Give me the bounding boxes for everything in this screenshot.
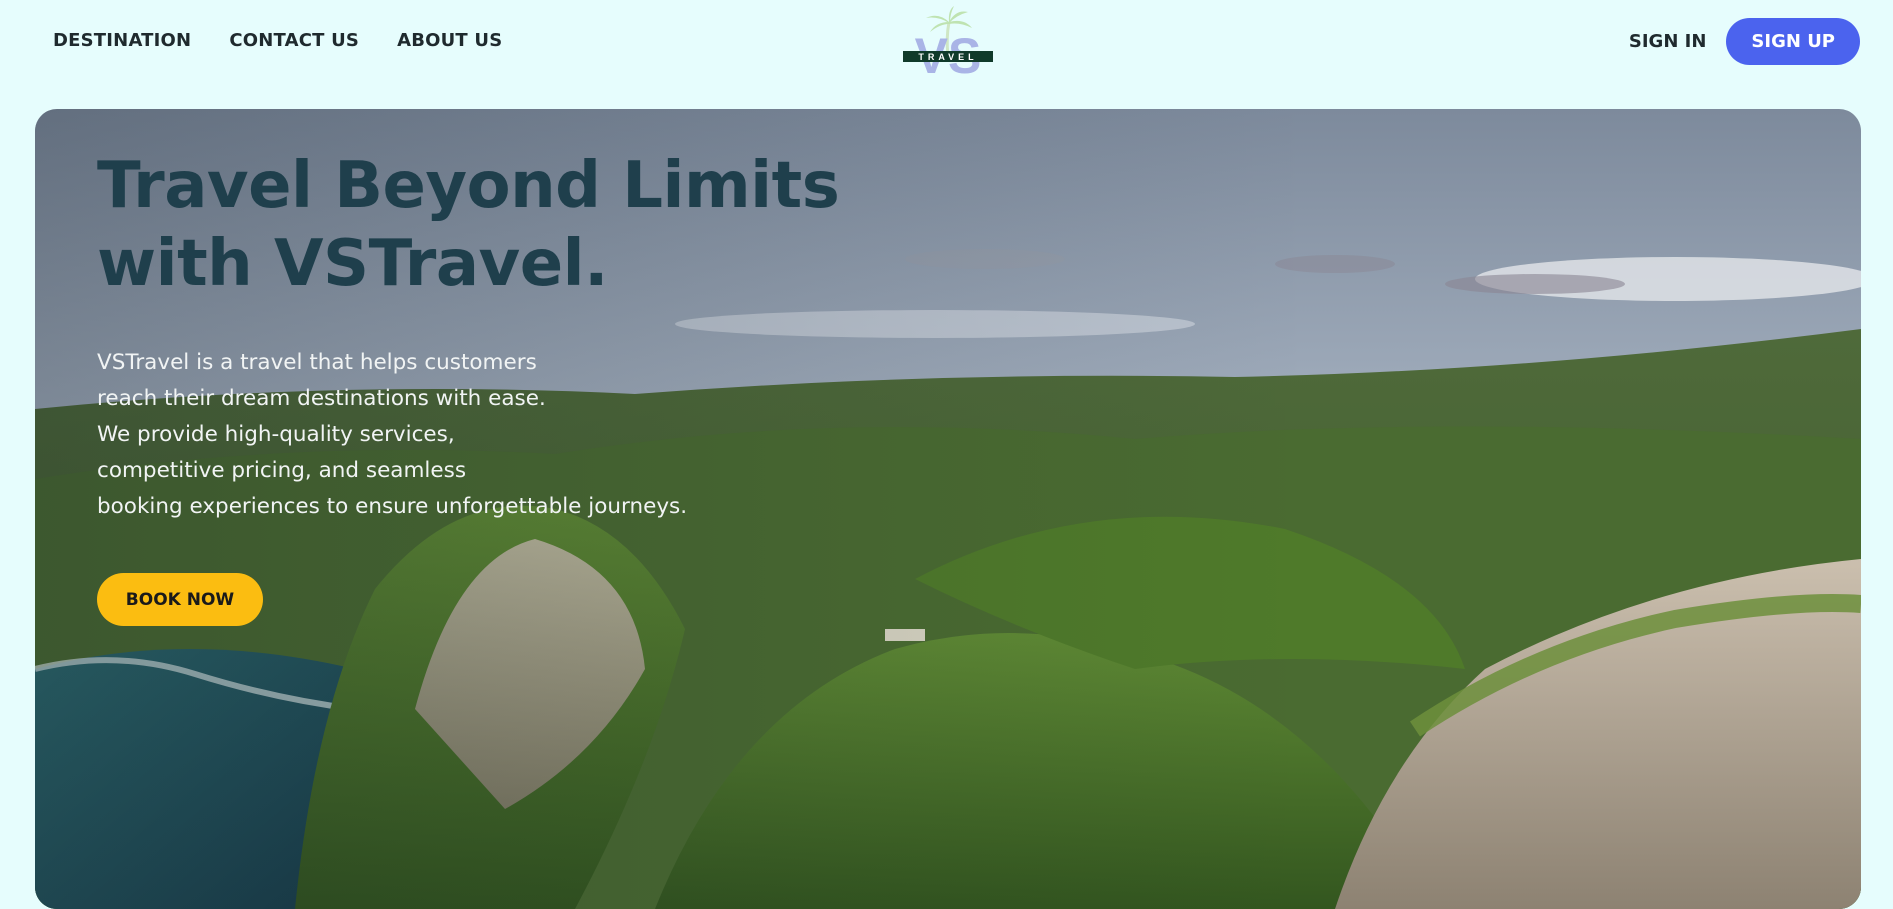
hero-banner: Travel Beyond Limits with VSTravel. VSTr… [35, 109, 1861, 909]
nav-link-contact-us[interactable]: CONTACT US [229, 30, 359, 51]
nav-link-about-us[interactable]: ABOUT US [397, 30, 502, 51]
nav-link-destination[interactable]: DESTINATION [53, 30, 191, 51]
book-now-button[interactable]: BOOK NOW [97, 573, 263, 626]
sign-up-button[interactable]: SIGN UP [1726, 18, 1860, 65]
auth-actions: SIGN IN SIGN UP [1629, 18, 1860, 65]
vstravel-logo-icon: VS TRAVEL [903, 6, 993, 84]
primary-nav: DESTINATION CONTACT US ABOUT US [53, 30, 502, 51]
top-navbar: DESTINATION CONTACT US ABOUT US VS TRAVE… [0, 0, 1893, 86]
hero-title: Travel Beyond Limits with VSTravel. [97, 149, 840, 301]
sign-in-link[interactable]: SIGN IN [1629, 31, 1707, 52]
hero-description: VSTravel is a travel that helps customer… [97, 350, 688, 519]
logo-wordmark: TRAVEL [918, 52, 977, 62]
vstravel-logo[interactable]: VS TRAVEL [900, 6, 996, 84]
